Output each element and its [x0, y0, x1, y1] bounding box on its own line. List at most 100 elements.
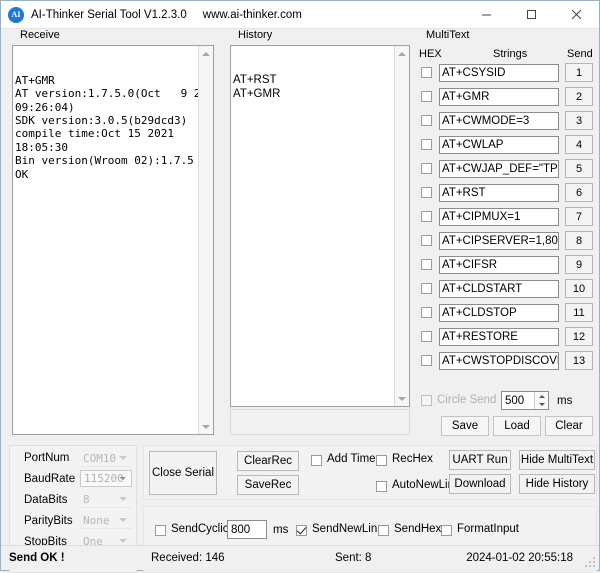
send-cyclic-interval-input[interactable]: 800 — [227, 520, 267, 539]
history-footer-panel — [230, 409, 410, 435]
send-hex-label: SendHex — [394, 523, 441, 535]
scroll-down-icon[interactable] — [395, 391, 409, 406]
send-newline-label: SendNewLin — [312, 523, 377, 535]
load-multitext-button[interactable]: Load — [493, 416, 541, 436]
maximize-icon[interactable] — [509, 1, 554, 28]
multitext-hex-checkbox[interactable] — [421, 91, 432, 105]
multitext-hex-checkbox[interactable] — [421, 235, 432, 249]
main-body: Receive AT+GMR AT version:1.7.5.0(Oct 9 … — [1, 29, 599, 545]
multitext-send-button[interactable]: 1 — [565, 63, 593, 82]
download-button[interactable]: Download — [449, 474, 511, 494]
multitext-command-input[interactable]: AT+CWJAP_DEF="TP-Link — [439, 160, 559, 178]
auto-newline-checkbox[interactable] — [376, 481, 387, 495]
multitext-hex-checkbox[interactable] — [421, 355, 432, 369]
circle-send-interval-input[interactable]: 500 — [501, 391, 549, 410]
multitext-send-button[interactable]: 3 — [565, 111, 593, 130]
multitext-command-input[interactable]: AT+CIPSERVER=1,80 — [439, 232, 559, 250]
multitext-hex-checkbox[interactable] — [421, 187, 432, 201]
save-multitext-button[interactable]: Save — [441, 416, 489, 436]
send-newline-checkbox[interactable] — [296, 525, 307, 539]
databits-select[interactable]: 8 — [80, 491, 132, 508]
title-bar: AI AI-Thinker Serial Tool V1.2.3.0 www.a… — [1, 1, 599, 29]
portnum-select[interactable]: COM10 — [80, 450, 132, 467]
multitext-send-button[interactable]: 10 — [565, 279, 593, 298]
scroll-down-icon[interactable] — [199, 419, 213, 434]
rec-hex-label: RecHex — [392, 453, 433, 465]
multitext-hex-checkbox[interactable] — [421, 259, 432, 273]
history-textarea[interactable]: AT+RST AT+GMR — [230, 45, 410, 407]
status-received: Received: 146 — [151, 552, 225, 564]
multitext-command-input[interactable]: AT+CSYSID — [439, 64, 559, 82]
multitext-send-button[interactable]: 2 — [565, 87, 593, 106]
multitext-send-button[interactable]: 7 — [565, 207, 593, 226]
multitext-send-button[interactable]: 4 — [565, 135, 593, 154]
multitext-hex-checkbox[interactable] — [421, 139, 432, 153]
multitext-row: AT+CIFSR 9 — [415, 255, 597, 275]
baudrate-select[interactable]: 115200 — [80, 470, 132, 487]
multitext-hex-checkbox[interactable] — [421, 331, 432, 345]
uart-run-button[interactable]: UART Run — [449, 450, 511, 470]
multitext-command-input[interactable]: AT+RST — [439, 184, 559, 202]
multitext-hex-checkbox[interactable] — [421, 307, 432, 321]
multitext-row: AT+CIPMUX=1 7 — [415, 207, 597, 227]
multitext-row: AT+CWSTOPDISCOVER 13 — [415, 351, 597, 371]
multitext-command-input[interactable]: AT+CWLAP — [439, 136, 559, 154]
window-url-label: www.ai-thinker.com — [203, 9, 302, 21]
paritybits-label: ParityBits — [24, 515, 73, 527]
add-time-label: Add Time — [327, 453, 376, 465]
multitext-command-input[interactable]: AT+CWSTOPDISCOVER — [439, 352, 559, 370]
multitext-hex-checkbox[interactable] — [421, 211, 432, 225]
multitext-hex-checkbox[interactable] — [421, 67, 432, 81]
multitext-command-input[interactable]: AT+CWMODE=3 — [439, 112, 559, 130]
history-scrollbar[interactable] — [394, 46, 409, 406]
close-serial-button[interactable]: Close Serial — [149, 451, 217, 495]
hide-multitext-button[interactable]: Hide MultiText — [519, 450, 595, 470]
clear-rec-button[interactable]: ClearRec — [237, 451, 299, 471]
multitext-command-input[interactable]: AT+GMR — [439, 88, 559, 106]
multitext-send-button[interactable]: 13 — [565, 351, 593, 370]
hide-history-button[interactable]: Hide History — [519, 474, 595, 494]
clear-multitext-button[interactable]: Clear — [545, 416, 593, 436]
circle-send-checkbox[interactable] — [421, 395, 432, 406]
multitext-command-input[interactable]: AT+CIFSR — [439, 256, 559, 274]
multitext-send-button[interactable]: 5 — [565, 159, 593, 178]
receive-group: Receive AT+GMR AT version:1.7.5.0(Oct 9 … — [9, 31, 217, 439]
circle-send-label: Circle Send — [437, 394, 496, 406]
multitext-send-button[interactable]: 9 — [565, 255, 593, 274]
scroll-up-icon[interactable] — [395, 46, 409, 61]
circle-send-interval-value: 500 — [505, 395, 524, 407]
multitext-hex-checkbox[interactable] — [421, 115, 432, 129]
circle-send-spinner[interactable] — [534, 392, 548, 409]
window-title: AI-Thinker Serial Tool V1.2.3.0 — [31, 9, 187, 21]
multitext-send-button[interactable]: 6 — [565, 183, 593, 202]
format-input-checkbox[interactable] — [441, 525, 452, 539]
format-input-label: FormatInput — [457, 523, 519, 535]
rec-hex-checkbox[interactable] — [376, 455, 387, 469]
multitext-send-button[interactable]: 11 — [565, 303, 593, 322]
multitext-command-input[interactable]: AT+CLDSTART — [439, 280, 559, 298]
send-cyclic-checkbox[interactable] — [155, 525, 166, 539]
paritybits-select[interactable]: None — [80, 512, 132, 529]
history-group: History AT+RST AT+GMR — [227, 31, 413, 439]
multitext-send-button[interactable]: 12 — [565, 327, 593, 346]
multitext-command-input[interactable]: AT+CLDSTOP — [439, 304, 559, 322]
save-rec-button[interactable]: SaveRec — [237, 475, 299, 495]
multitext-row: AT+CWLAP 4 — [415, 135, 597, 155]
multitext-hex-checkbox[interactable] — [421, 283, 432, 297]
multitext-command-input[interactable]: AT+CIPMUX=1 — [439, 208, 559, 226]
receive-scrollbar[interactable] — [198, 46, 213, 434]
multitext-send-button[interactable]: 8 — [565, 231, 593, 250]
send-hex-checkbox[interactable] — [378, 525, 389, 539]
close-icon[interactable] — [554, 1, 599, 28]
multitext-hex-checkbox[interactable] — [421, 163, 432, 177]
send-cyclic-label: SendCyclic — [171, 523, 229, 535]
resize-grip-icon[interactable] — [585, 557, 595, 567]
app-window: AI AI-Thinker Serial Tool V1.2.3.0 www.a… — [0, 0, 600, 571]
minimize-icon[interactable] — [464, 1, 509, 28]
circle-send-unit-label: ms — [557, 395, 572, 407]
receive-textarea[interactable]: AT+GMR AT version:1.7.5.0(Oct 9 2021 09:… — [12, 45, 214, 435]
scroll-up-icon[interactable] — [199, 46, 213, 61]
add-time-checkbox[interactable] — [311, 455, 322, 469]
databits-label: DataBits — [24, 494, 67, 506]
multitext-command-input[interactable]: AT+RESTORE — [439, 328, 559, 346]
